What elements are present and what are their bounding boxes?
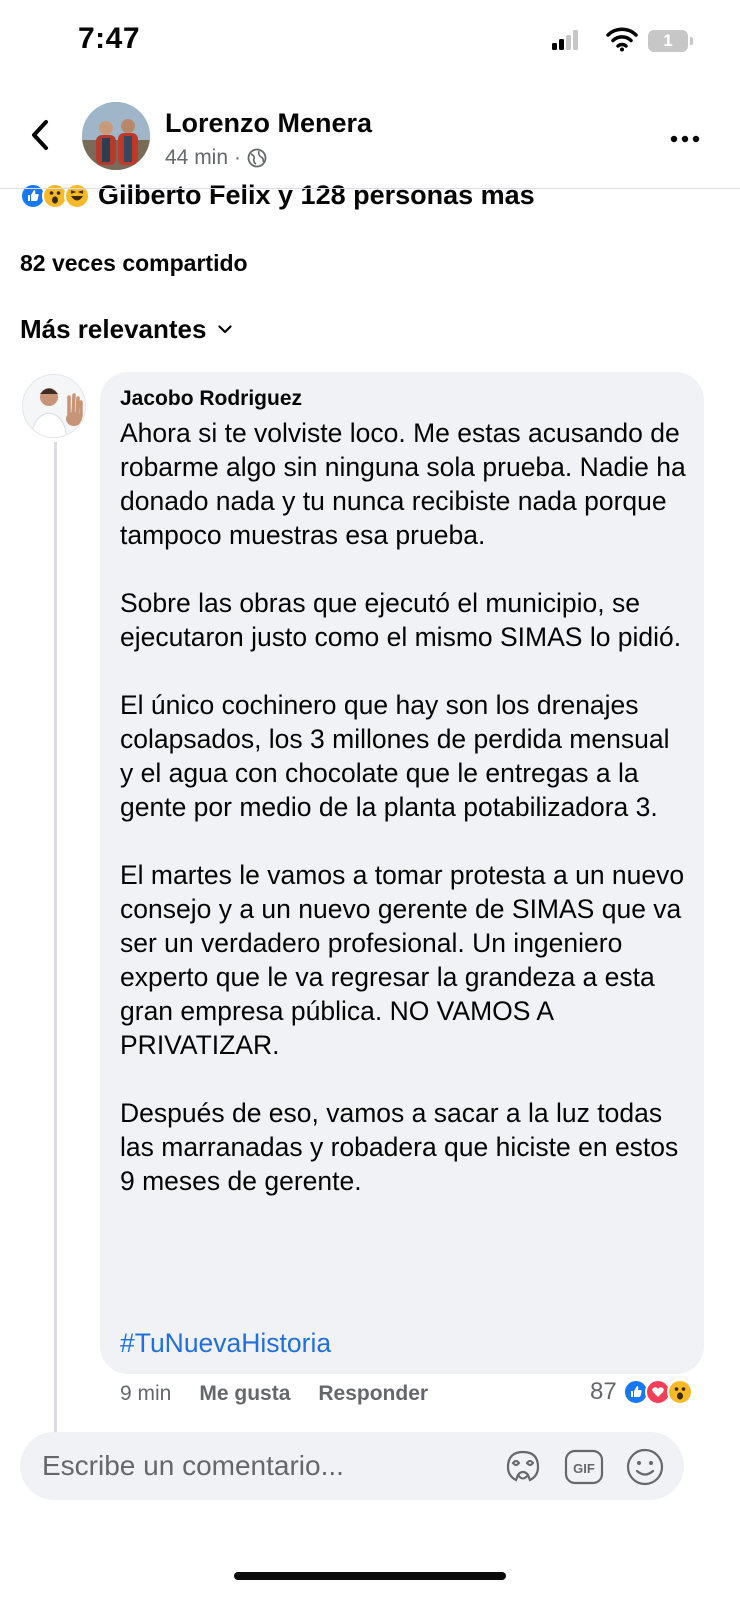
sticker-icon [506,1450,540,1482]
smiley-icon [626,1448,664,1486]
sort-dropdown[interactable]: Más relevantes [20,314,233,345]
emoji-button[interactable] [624,1446,666,1493]
sticker-button[interactable] [502,1446,544,1493]
battery-tip [690,37,693,45]
gif-button[interactable]: GIF [563,1446,605,1493]
chevron-left-icon [32,120,48,150]
status-clock: 7:47 [78,22,141,55]
svg-text:GIF: GIF [573,1461,595,1476]
comment-paragraph: Ahora si te volviste loco. Me estas acus… [120,418,686,550]
post-time[interactable]: 44 min [165,146,228,170]
thread-line [54,442,57,1450]
reactions-summary[interactable]: Gilberto Felix y 128 personas mas [20,180,720,214]
ellipsis-icon [670,135,700,143]
hashtag-link[interactable]: #TuNuevaHistoria [120,1328,331,1359]
wifi-icon [606,26,638,57]
chevron-down-icon [218,325,233,334]
back-button[interactable] [28,118,52,157]
globe-icon [247,148,267,168]
shares-count[interactable]: 82 veces compartido [20,250,248,277]
comment-paragraph: El martes le vamos a tomar protesta a un… [120,860,685,1060]
poster-avatar[interactable] [82,102,150,170]
commenter-avatar[interactable] [22,374,86,438]
wow-icon [666,1379,693,1405]
comment-actions: 9 min Me gusta Responder [120,1382,428,1406]
poster-name[interactable]: Lorenzo Menera [165,108,372,139]
sort-label: Más relevantes [20,314,207,344]
header-divider [0,188,740,189]
comment-paragraph: El único cochinero que hay son los drena… [120,690,670,822]
comment-author[interactable]: Jacobo Rodriguez [120,387,302,411]
reactions-text: Gilberto Felix y 128 personas mas [98,180,535,210]
more-options-button[interactable] [670,130,700,148]
gif-icon: GIF [564,1449,604,1485]
comment-reactions[interactable]: 87 [590,1378,693,1406]
reply-button[interactable]: Responder [318,1382,428,1406]
meta-separator: · [234,146,242,169]
home-indicator [234,1572,506,1580]
comment-reaction-count: 87 [590,1378,617,1405]
like-button[interactable]: Me gusta [199,1382,290,1406]
comment-paragraph: Sobre las obras que ejecutó el municipio… [120,588,682,652]
cellular-signal-icon [552,30,578,50]
comment-paragraph: Después de eso, vamos a sacar a la luz t… [120,1098,679,1196]
post-meta: 44 min · [165,146,267,170]
comment-input-placeholder[interactable]: Escribe un comentario... [42,1450,344,1482]
haha-icon [64,182,90,209]
comment-time[interactable]: 9 min [120,1382,171,1406]
battery-indicator: 1 [648,30,688,52]
comment-body: Ahora si te volviste loco. Me estas acus… [120,416,690,1198]
